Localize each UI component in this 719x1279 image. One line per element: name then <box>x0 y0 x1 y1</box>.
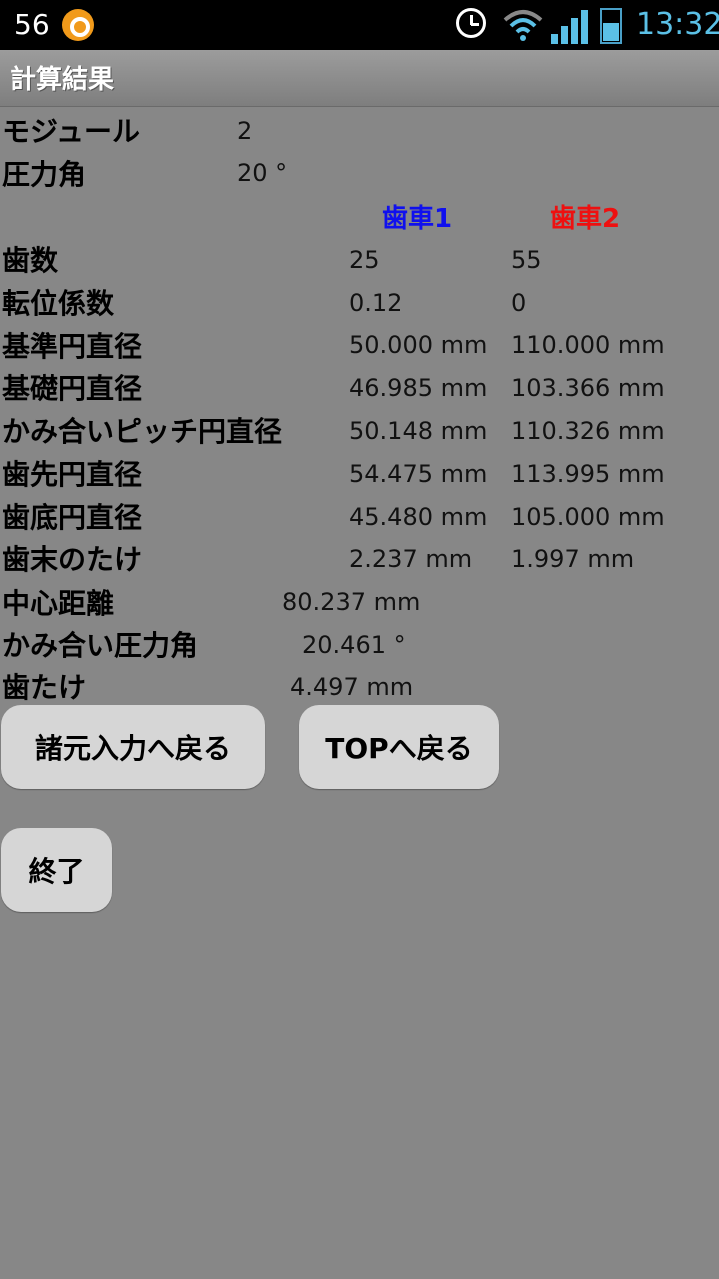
gear1-value: 50.148 mm <box>349 417 488 445</box>
gear2-value: 55 <box>511 246 542 274</box>
row-label: 歯底円直径 <box>2 501 143 534</box>
clock: 13:32 <box>636 7 719 42</box>
gear1-value: 2.237 mm <box>349 545 473 573</box>
title-bar: 計算結果 <box>0 50 719 107</box>
row-label: 転位係数 <box>2 287 115 320</box>
working-pressure-angle-value: 20.461 ° <box>302 631 406 659</box>
center-distance-label: 中心距離 <box>2 587 115 620</box>
wifi-icon <box>503 10 543 41</box>
module-value: 2 <box>237 117 253 145</box>
gear2-value: 110.326 mm <box>511 417 665 445</box>
row-label: 基礎円直径 <box>2 372 143 405</box>
gear1-value: 25 <box>349 246 380 274</box>
gear2-value: 0 <box>511 289 527 317</box>
gear1-value: 54.475 mm <box>349 460 488 488</box>
row-label: 基準円直径 <box>2 330 143 363</box>
tooth-depth-value: 4.497 mm <box>290 673 414 701</box>
gear1-value: 45.480 mm <box>349 503 488 531</box>
working-pressure-angle-label: かみ合い圧力角 <box>2 629 199 662</box>
gear2-value: 103.366 mm <box>511 374 665 402</box>
battery-icon <box>600 8 622 44</box>
gear1-value: 50.000 mm <box>349 331 488 359</box>
gear1-header: 歯車1 <box>382 204 453 234</box>
module-label: モジュール <box>2 115 141 148</box>
gear2-value: 110.000 mm <box>511 331 665 359</box>
status-bar: 56 13:32 <box>0 0 719 50</box>
gear2-header: 歯車2 <box>550 204 621 234</box>
back-to-input-button[interactable]: 諸元入力へ戻る <box>1 705 265 789</box>
gear2-value: 1.997 mm <box>511 545 635 573</box>
row-label: 歯末のたけ <box>2 543 143 576</box>
page-title: 計算結果 <box>10 65 115 95</box>
pressure-angle-label: 圧力角 <box>2 158 87 191</box>
alarm-icon <box>456 8 486 38</box>
gear2-value: 105.000 mm <box>511 503 665 531</box>
exit-button[interactable]: 終了 <box>1 828 112 912</box>
gear1-value: 0.12 <box>349 289 403 317</box>
row-label: 歯先円直径 <box>2 458 143 491</box>
gear2-value: 113.995 mm <box>511 460 665 488</box>
signal-strength-icon <box>551 10 588 44</box>
tooth-depth-label: 歯たけ <box>2 671 87 704</box>
row-label: かみ合いピッチ円直径 <box>2 415 283 448</box>
app-notification-icon <box>62 9 94 41</box>
back-to-top-button[interactable]: TOPへ戻る <box>299 705 499 789</box>
gear1-value: 46.985 mm <box>349 374 488 402</box>
pressure-angle-value: 20 ° <box>237 159 288 187</box>
row-label: 歯数 <box>2 244 59 277</box>
notification-count: 56 <box>14 8 50 41</box>
center-distance-value: 80.237 mm <box>282 588 421 616</box>
